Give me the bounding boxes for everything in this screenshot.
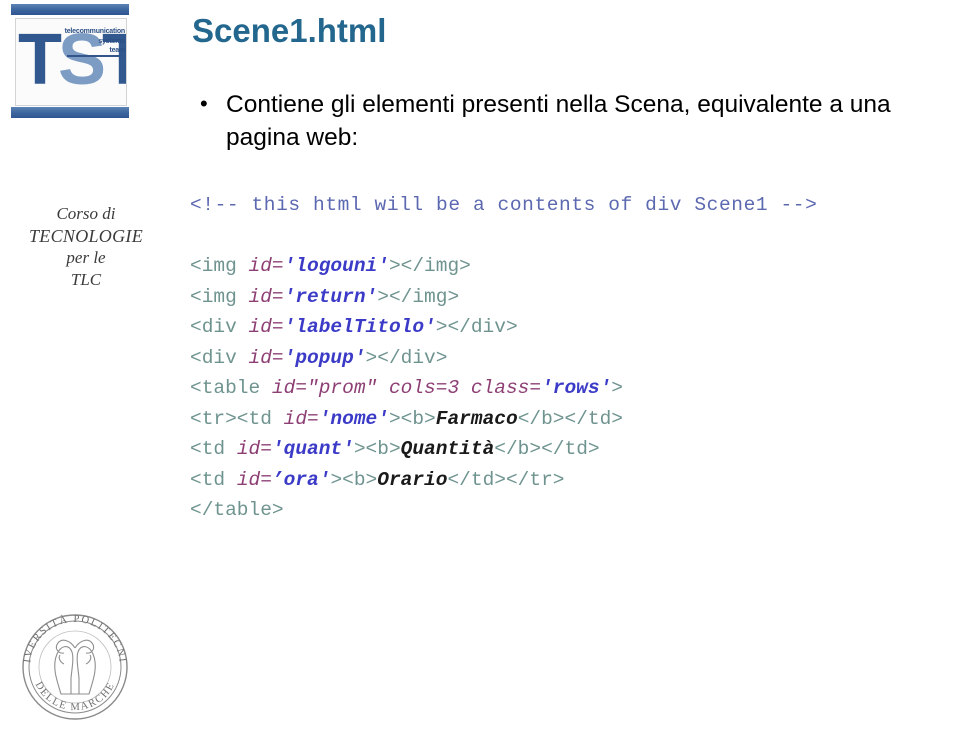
code-line-div-popup: <div id='popup'></div> — [190, 343, 960, 374]
code-token: id= — [248, 346, 284, 369]
code-token: </td></tr> — [447, 468, 565, 491]
code-token: <!-- this html will be a contents of div… — [190, 194, 818, 216]
code-token: 'popup' — [283, 346, 366, 369]
course-label: Corso di TECNOLOGIE per le TLC — [16, 203, 156, 291]
code-line-img-return: <img id='return'></img> — [190, 282, 960, 313]
bullet-text: Contiene gli elementi presenti nella Sce… — [226, 91, 891, 151]
course-line-4: TLC — [70, 270, 102, 289]
code-token: id= — [248, 285, 284, 308]
code-token: <img — [190, 285, 249, 308]
course-line-3: per le — [66, 248, 106, 267]
code-line-td-ora: <td id=’ora'><b>Orario</td></tr> — [190, 465, 960, 496]
code-token: id= — [283, 407, 319, 430]
code-token: </table> — [190, 499, 284, 521]
bullet-marker-icon: • — [200, 91, 208, 116]
code-token: id= — [236, 438, 272, 460]
code-token: ><b> — [388, 407, 436, 430]
code-token: Farmaco — [435, 407, 518, 430]
code-token: <img — [190, 255, 249, 277]
tst-logo-bottom-bar — [11, 107, 129, 118]
code-token: id= — [248, 255, 284, 277]
tst-logo-rule — [67, 55, 125, 57]
code-token: 'labelTitolo' — [283, 316, 436, 338]
code-line-td-quant: <td id='quant'><b>Quantità</b></td> — [190, 434, 960, 465]
code-token: </b></td> — [517, 407, 624, 430]
code-line-td-nome: <tr><td id='nome'><b>Farmaco</b></td> — [190, 404, 960, 435]
code-token: <div — [190, 346, 249, 369]
code-token: Quantità — [400, 438, 495, 460]
code-token: <table — [190, 377, 272, 399]
tst-logo-frame: TST telecommunication systems team — [15, 18, 127, 106]
code-line-table-close: </table> — [190, 495, 960, 526]
code-token: Orario — [377, 468, 448, 491]
svg-text:UNIVERSITÀ POLITECNICA: UNIVERSITÀ POLITECNICA — [16, 608, 128, 664]
course-line-2: TECNOLOGIE — [28, 226, 143, 246]
tst-word-systems: systems — [98, 37, 125, 45]
bullet-item: • Contiene gli elementi presenti nella S… — [196, 88, 956, 154]
code-token: ></img> — [388, 255, 471, 277]
code-token: cols=3 class= — [377, 377, 542, 399]
code-token: 'rows' — [541, 377, 612, 399]
svg-text:DELLE MARCHE: DELLE MARCHE — [33, 680, 118, 713]
code-token: id= — [271, 377, 308, 399]
tst-logo: TST telecommunication systems team — [11, 4, 129, 118]
code-token: ><b> — [330, 468, 378, 491]
code-token: > — [611, 377, 623, 399]
course-line-1: Corso di — [56, 204, 116, 223]
code-listing: <!-- this html will be a contents of div… — [190, 190, 960, 526]
code-token: id= — [248, 316, 284, 338]
code-token: ’ora' — [271, 468, 331, 491]
code-token: 'logouni' — [283, 255, 389, 277]
code-token: id= — [236, 468, 272, 491]
tst-logo-wordmark: telecommunication systems team — [63, 27, 126, 56]
univpm-seal: UNIVERSITÀ POLITECNICA DELLE MARCHE — [16, 608, 134, 726]
code-token: <div — [190, 316, 249, 338]
code-line-div-labeltitolo: <div id='labelTitolo'></div> — [190, 312, 960, 343]
code-token: 'nome' — [318, 407, 389, 430]
code-token: "prom" — [307, 377, 378, 399]
code-line-table-prom: <table id="prom" cols=3 class='rows'> — [190, 373, 960, 404]
code-line-comment: <!-- this html will be a contents of div… — [190, 190, 960, 221]
code-line-img-logouni: <img id='logouni'></img> — [190, 251, 960, 282]
code-token: ></div> — [365, 346, 448, 369]
slide-canvas: TST telecommunication systems team Corso… — [0, 0, 960, 735]
tst-logo-top-bar — [11, 4, 129, 15]
code-token: <td — [190, 468, 237, 491]
tst-letter-t1: T — [18, 20, 62, 100]
code-token: 'return' — [283, 285, 378, 308]
page-title: Scene1.html — [192, 12, 387, 49]
code-token: <td — [190, 438, 237, 460]
code-token: 'quant' — [271, 438, 354, 460]
code-token: <tr><td — [190, 407, 284, 430]
code-token: </b></td> — [494, 438, 600, 460]
code-token: ></img> — [377, 285, 460, 308]
branding-rail: TST telecommunication systems team Corso… — [0, 0, 180, 735]
code-token: ><b> — [353, 438, 401, 460]
tst-word-telecommunication: telecommunication — [64, 28, 126, 35]
code-token: ></div> — [435, 316, 518, 338]
